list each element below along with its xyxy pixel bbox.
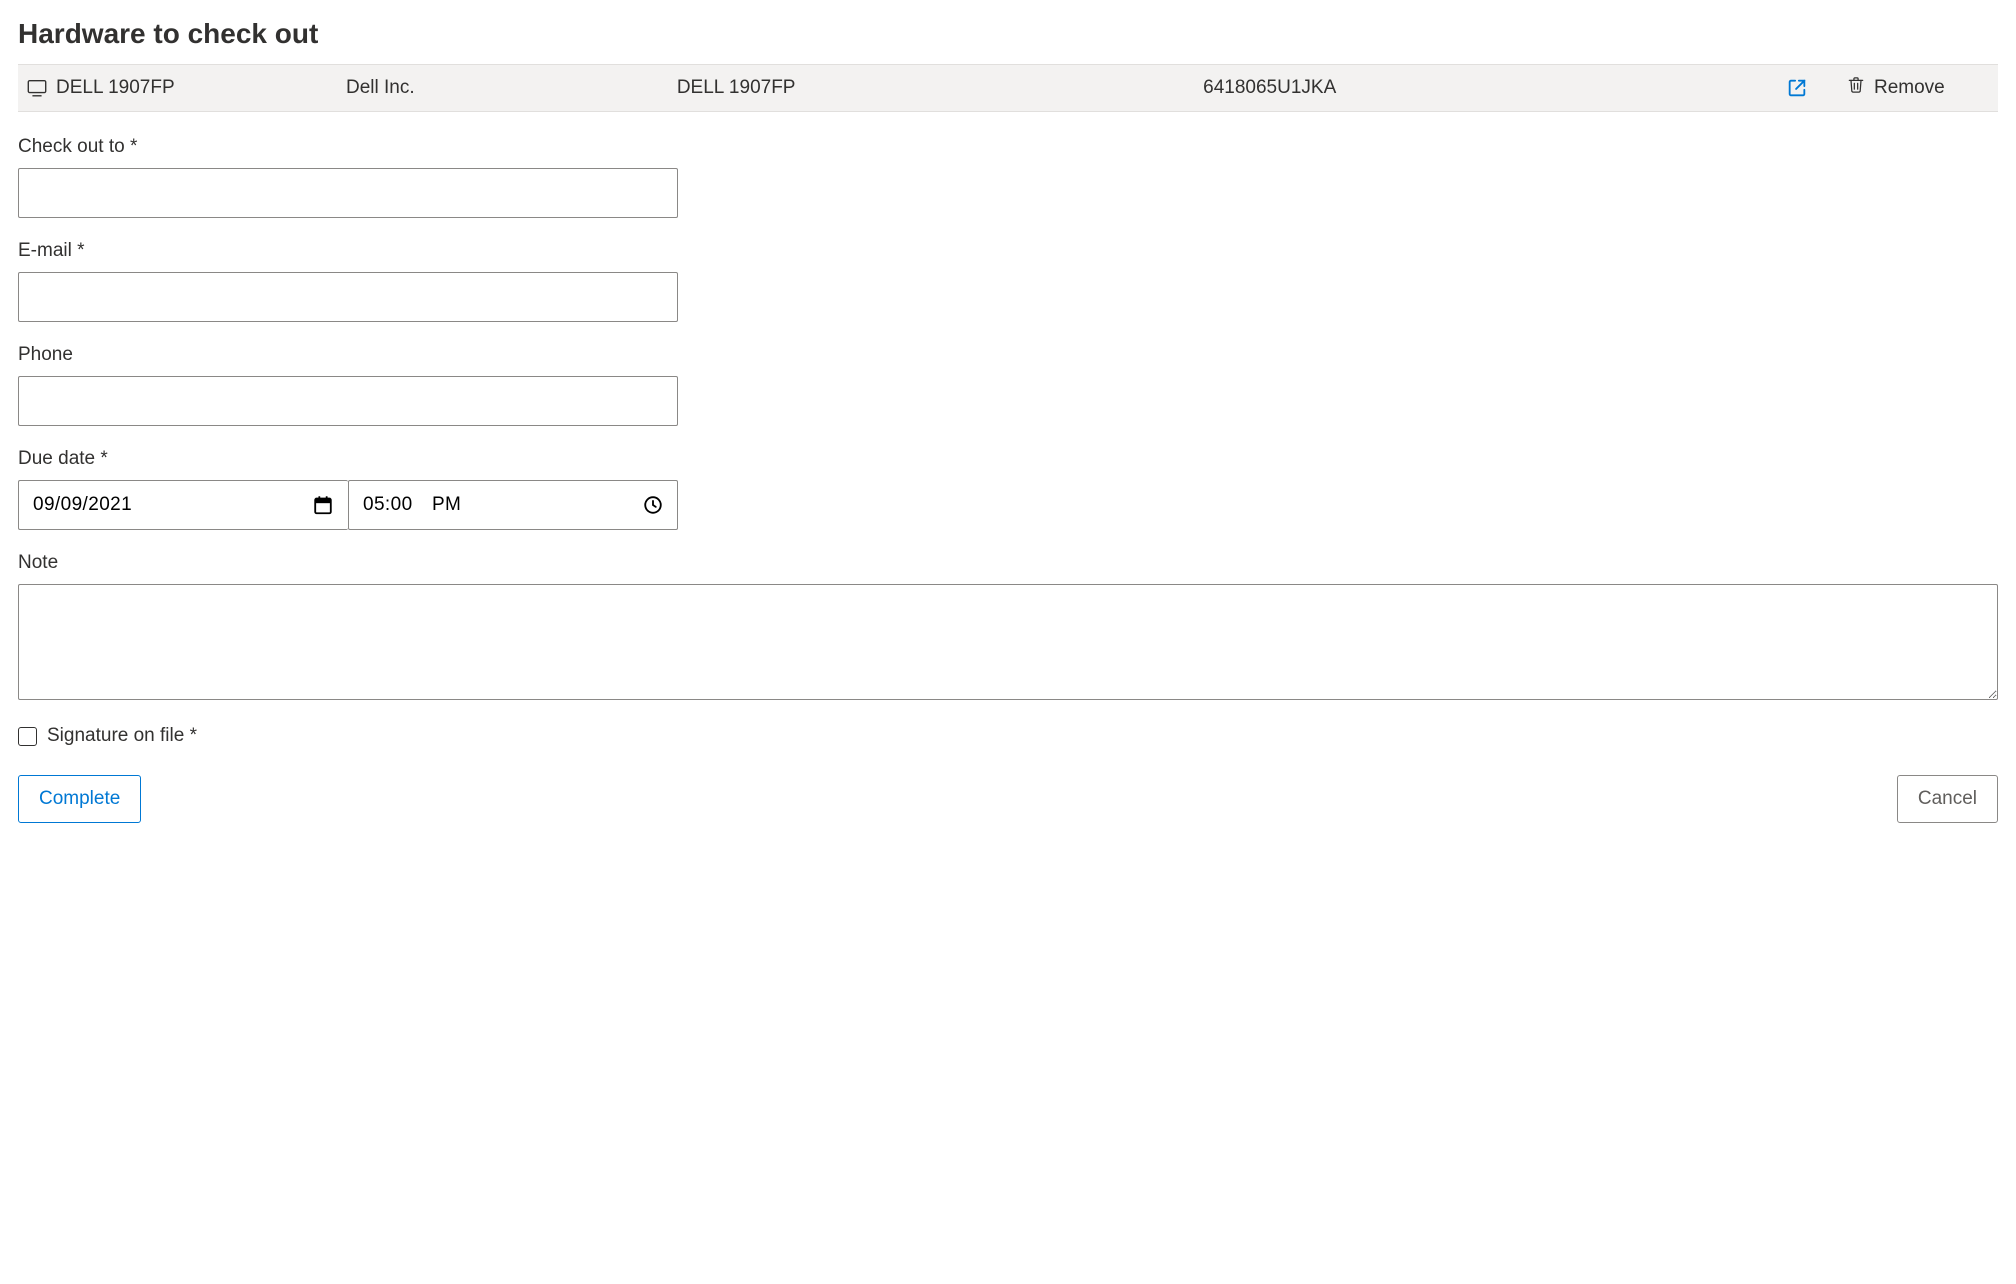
page-title: Hardware to check out: [18, 18, 1998, 50]
open-external-icon[interactable]: [1786, 77, 1830, 99]
cancel-button[interactable]: Cancel: [1897, 775, 1998, 823]
remove-button[interactable]: Remove: [1846, 75, 1945, 101]
note-textarea[interactable]: [18, 584, 1998, 700]
due-time-input[interactable]: [348, 480, 678, 530]
phone-label: Phone: [18, 344, 1998, 366]
email-label: E-mail *: [18, 240, 1998, 262]
signature-checkbox[interactable]: [18, 727, 37, 746]
hardware-name: DELL 1907FP: [56, 77, 175, 99]
signature-label: Signature on file *: [47, 725, 197, 747]
note-label: Note: [18, 552, 1998, 574]
due-date-label: Due date *: [18, 448, 1998, 470]
hardware-row: DELL 1907FP Dell Inc. DELL 1907FP 641806…: [18, 65, 1998, 112]
checkout-to-label: Check out to *: [18, 136, 1998, 158]
checkout-form: Check out to * E-mail * Phone Due date *: [18, 136, 1998, 823]
due-date-input[interactable]: [18, 480, 348, 530]
hardware-table: DELL 1907FP Dell Inc. DELL 1907FP 641806…: [18, 64, 1998, 112]
remove-label: Remove: [1874, 77, 1945, 99]
trash-icon: [1846, 75, 1866, 101]
hardware-serial: 6418065U1JKA: [1195, 65, 1778, 112]
checkout-to-input[interactable]: [18, 168, 678, 218]
email-input[interactable]: [18, 272, 678, 322]
complete-button[interactable]: Complete: [18, 775, 141, 823]
monitor-icon: [26, 77, 48, 99]
hardware-manufacturer: Dell Inc.: [338, 65, 669, 112]
hardware-model: DELL 1907FP: [669, 65, 1195, 112]
phone-input[interactable]: [18, 376, 678, 426]
